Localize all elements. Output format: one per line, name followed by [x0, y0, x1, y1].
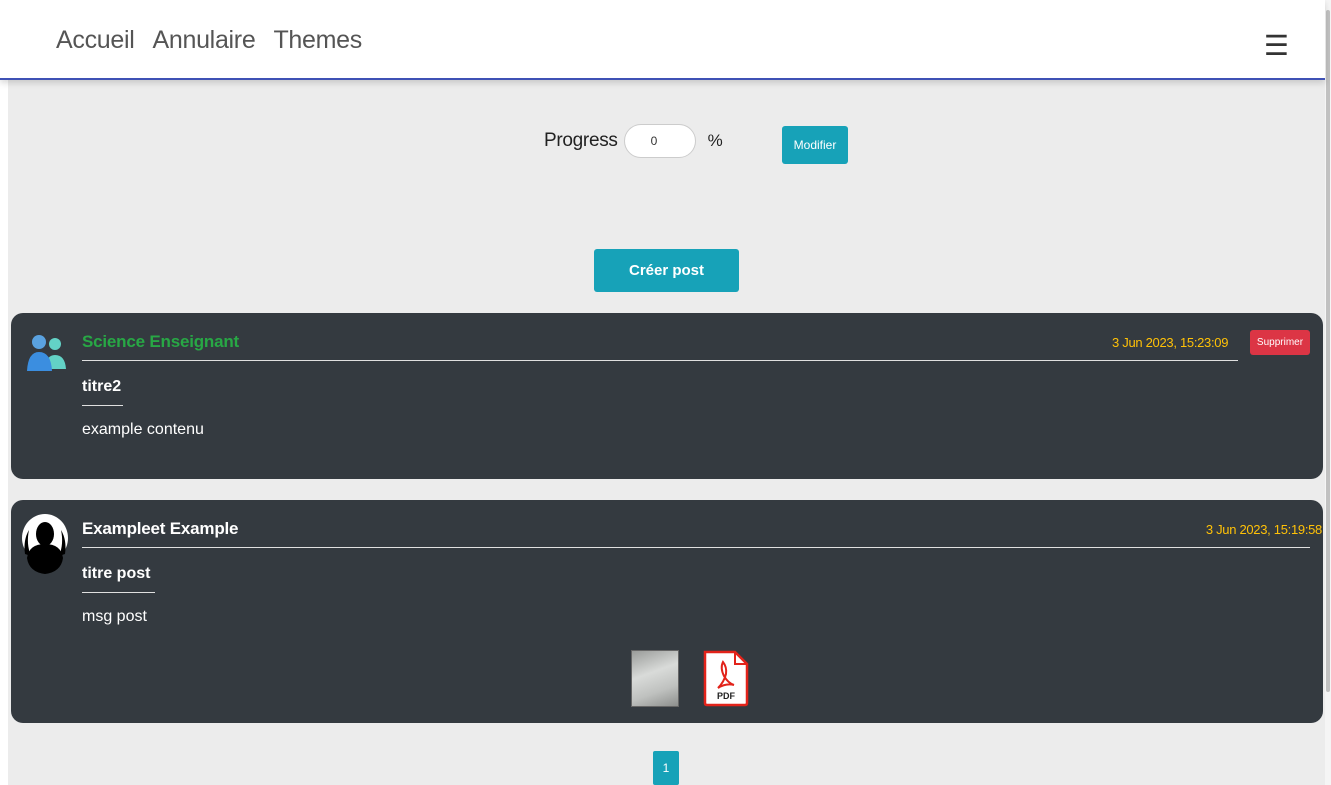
progress-label: Progress — [544, 130, 618, 151]
user-silhouette-icon — [22, 514, 68, 574]
modify-button[interactable]: Modifier — [782, 126, 848, 164]
title-divider — [82, 405, 123, 406]
progress-input[interactable] — [623, 124, 696, 158]
post-title: titre2 — [82, 378, 122, 395]
create-post-button[interactable]: Créer post — [594, 249, 739, 292]
post-title: titre post — [82, 565, 151, 582]
post-card: Exampleet Example 3 Jun 2023, 15:19:58 t… — [11, 500, 1323, 723]
delete-post-button[interactable]: Supprimer — [1250, 330, 1310, 355]
nav-link-accueil[interactable]: Accueil — [56, 26, 135, 55]
users-group-icon — [27, 335, 66, 371]
post-author[interactable]: Exampleet Example — [82, 519, 238, 539]
post-content: example contenu — [82, 421, 204, 438]
header-divider — [82, 547, 1310, 548]
attachments: PDF — [631, 650, 749, 707]
post-card: Science Enseignant 3 Jun 2023, 15:23:09 … — [11, 313, 1323, 479]
nav-link-annulaire[interactable]: Annulaire — [153, 26, 256, 55]
scrollbar-thumb[interactable] — [1326, 10, 1330, 692]
nav-links: Accueil Annulaire Themes — [56, 26, 362, 55]
pdf-label: PDF — [717, 691, 736, 701]
pagination-page-button[interactable]: 1 — [653, 751, 679, 785]
page-scrollbar[interactable] — [1325, 0, 1331, 785]
pdf-file-icon[interactable]: PDF — [702, 650, 749, 707]
nav-link-themes[interactable]: Themes — [273, 26, 362, 55]
header-divider — [82, 360, 1238, 361]
post-content: msg post — [82, 608, 147, 625]
title-divider — [82, 592, 155, 593]
image-attachment-thumbnail[interactable] — [631, 650, 679, 707]
post-date: 3 Jun 2023, 15:19:58 — [1205, 522, 1322, 537]
post-author[interactable]: Science Enseignant — [82, 332, 239, 352]
top-navbar: Accueil Annulaire Themes ☰ — [0, 0, 1325, 80]
hamburger-menu-icon[interactable]: ☰ — [1264, 32, 1289, 60]
main-content: Progress % Modifier Créer post Science E… — [8, 80, 1325, 785]
progress-percent-sign: % — [707, 131, 723, 150]
post-date: 3 Jun 2023, 15:23:09 — [1112, 335, 1229, 350]
progress-row: Progress % — [544, 124, 723, 158]
